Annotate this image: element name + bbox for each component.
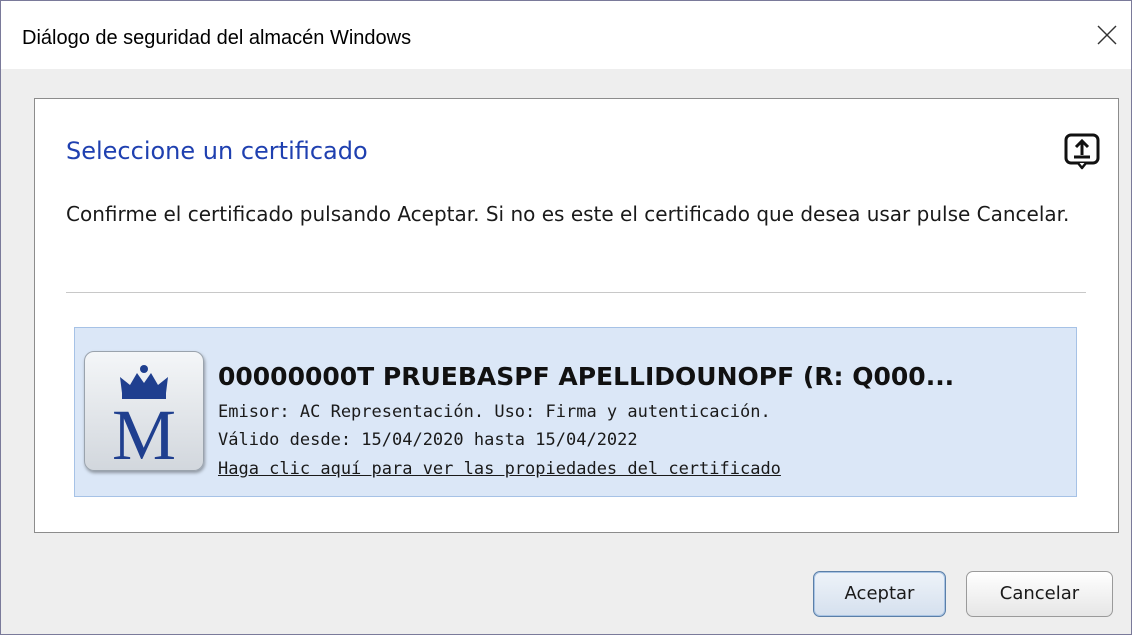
certificate-panel: Seleccione un certificado Confirme el ce… (34, 98, 1119, 533)
certificate-properties-link[interactable]: Haga clic aquí para ver las propiedades … (218, 459, 781, 479)
certificate-item[interactable]: M 00000000T PRUEBASPF APELLIDOUNOPF (R: … (74, 327, 1077, 497)
close-button[interactable] (1085, 13, 1129, 57)
close-icon (1097, 25, 1117, 45)
certificate-logo: M (84, 351, 204, 471)
window-title: Diálogo de seguridad del almacén Windows (22, 27, 412, 49)
export-upload-icon (1064, 133, 1100, 170)
logo-letter: M (112, 395, 176, 463)
panel-heading: Seleccione un certificado (66, 137, 368, 165)
divider (66, 292, 1086, 293)
instruction-text: Confirme el certificado pulsando Aceptar… (66, 202, 1070, 226)
accept-button[interactable]: Aceptar (813, 571, 946, 617)
certificate-name: 00000000T PRUEBASPF APELLIDOUNOPF (R: Q0… (218, 362, 955, 391)
export-button[interactable] (1063, 132, 1101, 170)
crown-m-logo-icon: M (112, 365, 176, 463)
title-bar: Diálogo de seguridad del almacén Windows (1, 1, 1131, 69)
certificate-issuer: Emisor: AC Representación. Uso: Firma y … (218, 402, 771, 422)
security-dialog-window: Diálogo de seguridad del almacén Windows… (0, 0, 1132, 635)
certificate-validity: Válido desde: 15/04/2020 hasta 15/04/202… (218, 430, 638, 450)
cancel-button[interactable]: Cancelar (966, 571, 1113, 617)
